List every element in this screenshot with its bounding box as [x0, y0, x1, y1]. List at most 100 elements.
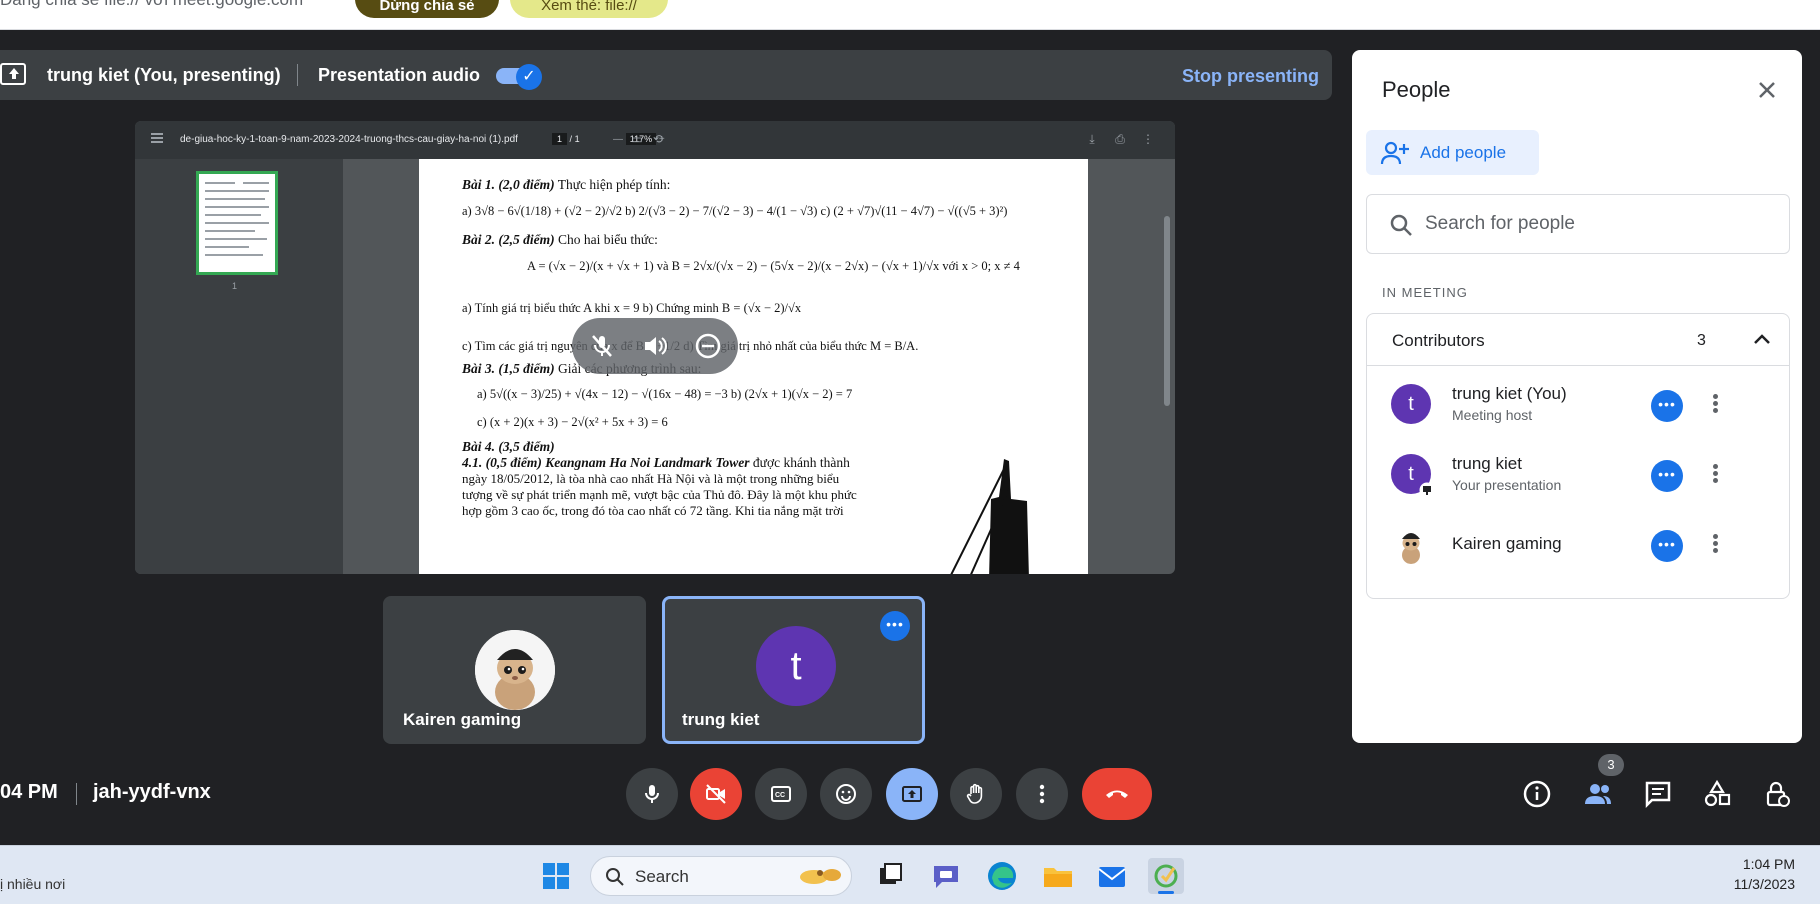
- kebab-menu-icon[interactable]: [1711, 392, 1719, 418]
- microphone-button[interactable]: [626, 768, 678, 820]
- pdf-line: c) (x + 2)(x + 3) − 2√(x² + 5x + 3) = 6: [477, 415, 668, 429]
- print-icon[interactable]: ⎙: [1113, 132, 1127, 146]
- raise-hand-button[interactable]: [950, 768, 1002, 820]
- participant-count-badge: 3: [1598, 754, 1624, 776]
- info-icon[interactable]: [1522, 779, 1552, 809]
- mic-off-icon[interactable]: [586, 330, 618, 362]
- share-notification-message: Đang chia sẻ file:// với meet.google.com: [0, 0, 303, 10]
- rotate-icon[interactable]: ⟲: [651, 132, 665, 146]
- participant-tile-kairen[interactable]: Kairen gaming: [383, 596, 646, 744]
- chevron-up-icon: [1754, 334, 1770, 344]
- more-options-icon[interactable]: ⋮: [1141, 132, 1155, 146]
- task-view-icon[interactable]: [872, 858, 908, 894]
- search-input[interactable]: [1425, 209, 1765, 239]
- person-row: t trung kiet (You) Meeting host •••: [1367, 368, 1789, 438]
- pdf-line: a) 5√((x − 3)/25) + √(4x − 12) − √(16x −…: [477, 387, 853, 401]
- presentation-audio-label: Presentation audio: [318, 65, 481, 85]
- pdf-line: 4.1. (0,5 điểm) Keangnam Ha Noi Landmark…: [462, 455, 850, 470]
- remove-icon[interactable]: [692, 330, 724, 362]
- page-thumbnail[interactable]: [196, 171, 278, 275]
- presenting-badge-icon: [1419, 482, 1435, 498]
- volume-icon[interactable]: [639, 330, 671, 362]
- cat-avatar-image: [475, 630, 555, 710]
- stop-sharing-button[interactable]: Dừng chia sẻ: [355, 0, 499, 18]
- pdf-filename: de-giua-hoc-ky-1-toan-9-nam-2023-2024-tr…: [180, 134, 518, 145]
- more-options-button[interactable]: •••: [1651, 460, 1683, 492]
- windows-taskbar: ị nhiều nơi Search 1:04 PM 11/3/2023: [0, 845, 1820, 904]
- search-highlight-icon: [800, 869, 841, 884]
- cat-avatar-image: [1391, 524, 1431, 564]
- weather-widget-text: ị nhiều nơi: [0, 876, 66, 892]
- add-person-icon: [1380, 141, 1409, 165]
- tower-illustration: [950, 459, 1029, 574]
- add-people-label: Add people: [1420, 143, 1507, 162]
- more-options-button[interactable]: •••: [1651, 390, 1683, 422]
- people-icon[interactable]: [1583, 779, 1613, 809]
- camera-button[interactable]: [690, 768, 742, 820]
- download-icon[interactable]: ⤓: [1085, 132, 1099, 146]
- emoji-icon: [836, 784, 856, 804]
- pdf-line: a) Tính giá trị biểu thức A khi x = 9 b)…: [462, 301, 802, 315]
- more-vert-icon: [1039, 784, 1045, 804]
- captions-button[interactable]: CC: [755, 768, 807, 820]
- fit-page-icon[interactable]: ▭: [630, 132, 644, 146]
- captions-icon: CC: [771, 786, 791, 802]
- thumb-line: [205, 230, 255, 232]
- share-notification-bar: Đang chia sẻ file:// với meet.google.com…: [0, 0, 1820, 30]
- mail-icon[interactable]: [1094, 858, 1130, 894]
- cat-avatar: [1391, 524, 1431, 564]
- avatar: t: [756, 626, 836, 706]
- person-role: Your presentation: [1452, 477, 1562, 493]
- leave-call-button[interactable]: [1082, 768, 1152, 820]
- windows-start-icon[interactable]: [542, 862, 570, 890]
- kebab-menu-icon[interactable]: [1711, 462, 1719, 488]
- thumb-line: [205, 206, 269, 208]
- thumb-line: [205, 214, 261, 216]
- presenting-bar: trung kiet (You, presenting) Presentatio…: [0, 50, 1332, 100]
- stop-presenting-button[interactable]: Stop presenting: [1182, 66, 1319, 87]
- page-separator: /: [569, 134, 573, 144]
- pinned-app-icon[interactable]: [1148, 858, 1184, 894]
- thumbnail-page-number: 1: [232, 281, 238, 291]
- person-name: trung kiet (You): [1452, 384, 1567, 403]
- chat-icon[interactable]: [1643, 779, 1673, 809]
- thumb-line: [205, 238, 267, 240]
- pdf-line: A = (√x − 2)/(x + √x + 1) và B = 2√x/(√x…: [527, 259, 1020, 273]
- pdf-line: ngày 18/05/2012, là tòa nhà cao nhất Hà …: [462, 471, 840, 486]
- pdf-thumbnail-sidebar: 1: [135, 159, 343, 574]
- teams-chat-icon[interactable]: [928, 858, 964, 894]
- contributors-header[interactable]: Contributors 3: [1367, 314, 1789, 366]
- pdf-scrollbar[interactable]: [1164, 216, 1170, 406]
- participant-tile-trung-kiet[interactable]: t ••• trung kiet: [662, 596, 925, 744]
- menu-icon[interactable]: [151, 133, 163, 143]
- more-options-button[interactable]: •••: [880, 611, 910, 641]
- divider: [297, 64, 298, 86]
- thumb-line: [205, 254, 263, 256]
- zoom-out-button[interactable]: —: [613, 134, 623, 145]
- more-options-button[interactable]: •••: [1651, 530, 1683, 562]
- kebab-menu-icon[interactable]: [1711, 532, 1719, 558]
- close-icon[interactable]: [1755, 78, 1779, 102]
- more-options-button[interactable]: [1016, 768, 1068, 820]
- reactions-button[interactable]: [820, 768, 872, 820]
- edge-browser-icon[interactable]: [984, 858, 1020, 894]
- file-explorer-icon[interactable]: [1040, 858, 1076, 894]
- cat-avatar: [475, 630, 555, 710]
- end-call-icon: [1106, 790, 1128, 798]
- pdf-line: Bài 2. (2,5 điểm) Cho hai biểu thức:: [462, 232, 658, 247]
- host-controls-icon[interactable]: [1762, 779, 1792, 809]
- pdf-line: tượng về sự phát triển mạnh mẽ, vượt bậc…: [462, 487, 857, 502]
- people-panel: People Add people IN MEETING Contribu: [1352, 50, 1802, 743]
- present-now-button[interactable]: [886, 768, 938, 820]
- view-tab-button[interactable]: Xem thẻ: file://: [510, 0, 668, 18]
- add-people-button[interactable]: Add people: [1366, 130, 1539, 175]
- activities-icon[interactable]: [1702, 779, 1732, 809]
- presentation-audio-toggle[interactable]: ✓: [496, 64, 544, 90]
- thumb-line: [205, 222, 269, 224]
- taskbar-search-box[interactable]: Search: [590, 856, 852, 896]
- person-name: trung kiet: [1452, 454, 1522, 473]
- current-page-input[interactable]: 1: [552, 133, 568, 145]
- people-search-box[interactable]: [1366, 194, 1790, 254]
- person-row: Kairen gaming •••: [1367, 508, 1789, 578]
- contributors-group: Contributors 3 t trung kiet (You) Meetin…: [1366, 313, 1790, 599]
